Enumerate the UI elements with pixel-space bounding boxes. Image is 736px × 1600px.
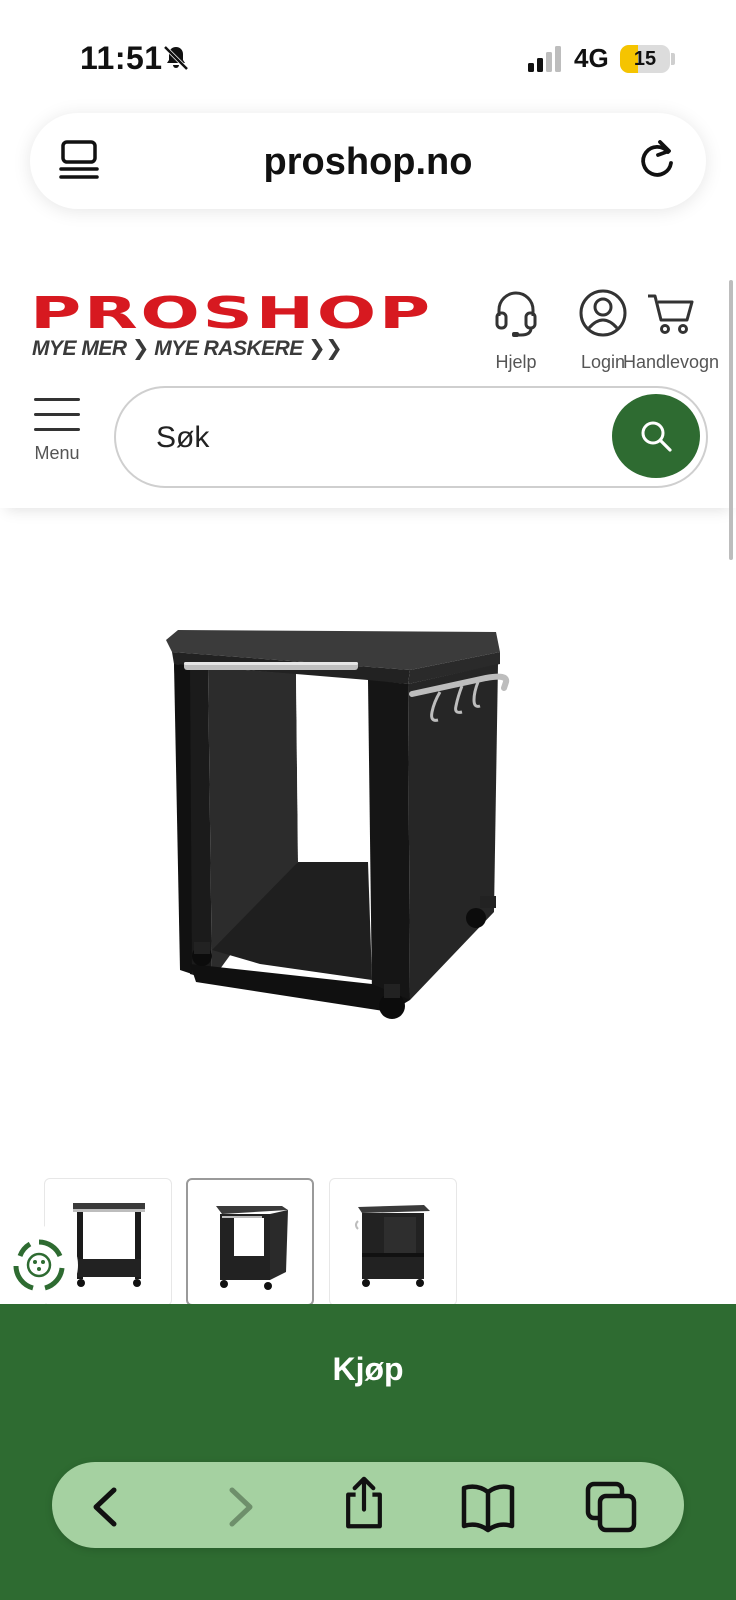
menu-button[interactable]: Menu (26, 398, 88, 464)
battery-nub (671, 53, 675, 65)
cart-button[interactable]: Handlevogn (618, 288, 724, 373)
cart-icon (648, 294, 694, 334)
product-thumbnail-3[interactable] (329, 1178, 457, 1306)
help-label: Hjelp (495, 352, 537, 372)
browser-toolbar (52, 1462, 684, 1548)
grill-cart-image[interactable] (140, 612, 540, 1052)
bell-slash-icon (163, 45, 189, 71)
headset-icon (495, 291, 537, 337)
share-icon[interactable] (337, 1476, 391, 1530)
back-icon[interactable] (80, 1480, 134, 1534)
thumbnail-image (216, 1206, 288, 1290)
proshop-logo[interactable]: PROSHOP MYE MER ❯ MYE RASKERE ❯❯ (30, 292, 475, 360)
forward-icon[interactable] (212, 1480, 266, 1534)
logo-tagline: MYE MER ❯ MYE RASKERE ❯❯ (32, 337, 343, 360)
cart-label: Handlevogn (622, 352, 720, 372)
address-bar[interactable]: proshop.no (30, 113, 706, 209)
status-time: 11:51 (80, 40, 163, 76)
status-bar: 11:51 4G 15 (0, 0, 736, 110)
tabs-icon[interactable] (584, 1480, 638, 1534)
network-type: 4G (574, 43, 609, 73)
bookmarks-icon[interactable] (461, 1480, 515, 1534)
buy-button[interactable]: Kjøp (0, 1304, 736, 1434)
help-button[interactable]: Hjelp (488, 288, 544, 373)
url-text[interactable]: proshop.no (30, 141, 706, 184)
search-button[interactable] (612, 394, 700, 478)
scroll-indicator (729, 280, 733, 560)
search-icon (641, 421, 672, 452)
search-box[interactable] (114, 386, 708, 488)
search-input[interactable] (156, 416, 576, 460)
battery-level: 15 (633, 48, 657, 70)
thumbnail-image (73, 1203, 145, 1287)
menu-label: Menu (34, 443, 80, 463)
thumbnail-image (355, 1205, 430, 1287)
recycle-badge[interactable] (0, 1226, 78, 1304)
hamburger-icon (26, 398, 88, 431)
battery-icon: 15 (620, 45, 670, 73)
signal-icon (528, 46, 561, 72)
reload-icon[interactable] (634, 137, 680, 183)
recycle-icon (13, 1239, 65, 1291)
product-thumbnail-2[interactable] (186, 1178, 314, 1306)
logo-text: PROSHOP (30, 288, 433, 339)
